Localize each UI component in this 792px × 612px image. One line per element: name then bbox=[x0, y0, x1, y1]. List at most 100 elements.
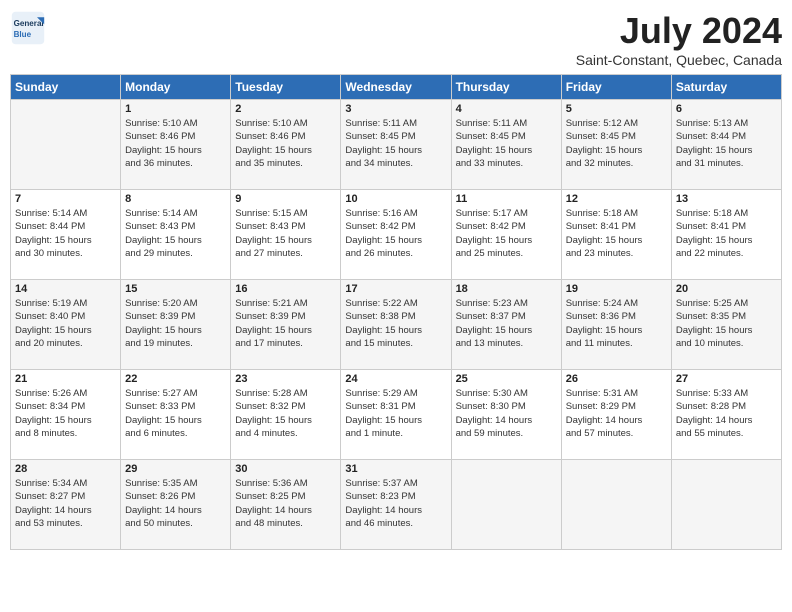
day-info: Sunrise: 5:18 AMSunset: 8:41 PMDaylight:… bbox=[566, 207, 667, 260]
day-number: 2 bbox=[235, 103, 336, 115]
calendar-cell: 4 Sunrise: 5:11 AMSunset: 8:45 PMDaylight… bbox=[451, 100, 561, 190]
day-header-wednesday: Wednesday bbox=[341, 75, 451, 100]
calendar-cell: 17 Sunrise: 5:22 AMSunset: 8:38 PMDayligh… bbox=[341, 280, 451, 370]
day-number: 23 bbox=[235, 373, 336, 385]
day-number: 31 bbox=[345, 463, 446, 475]
calendar-cell: 27 Sunrise: 5:33 AMSunset: 8:28 PMDayligh… bbox=[671, 370, 781, 460]
svg-text:Blue: Blue bbox=[14, 30, 32, 39]
day-info: Sunrise: 5:20 AMSunset: 8:39 PMDaylight:… bbox=[125, 297, 226, 350]
day-info: Sunrise: 5:23 AMSunset: 8:37 PMDaylight:… bbox=[456, 297, 557, 350]
day-number: 11 bbox=[456, 193, 557, 205]
week-row-1: 1Sunrise: 5:10 AMSunset: 8:46 PMDaylight… bbox=[11, 100, 782, 190]
day-info: Sunrise: 5:35 AMSunset: 8:26 PMDaylight:… bbox=[125, 477, 226, 530]
day-number: 26 bbox=[566, 373, 667, 385]
week-row-3: 14 Sunrise: 5:19 AMSunset: 8:40 PMDayligh… bbox=[11, 280, 782, 370]
day-info: Sunrise: 5:27 AMSunset: 8:33 PMDaylight:… bbox=[125, 387, 226, 440]
calendar-cell: 7 Sunrise: 5:14 AMSunset: 8:44 PMDaylight… bbox=[11, 190, 121, 280]
logo: General Blue bbox=[10, 10, 46, 46]
calendar-cell: 19 Sunrise: 5:24 AMSunset: 8:36 PMDayligh… bbox=[561, 280, 671, 370]
calendar-cell: 8 Sunrise: 5:14 AMSunset: 8:43 PMDaylight… bbox=[121, 190, 231, 280]
title-area: July 2024 Saint-Constant, Quebec, Canada bbox=[576, 10, 782, 68]
calendar-cell: 11Sunrise: 5:17 AMSunset: 8:42 PMDayligh… bbox=[451, 190, 561, 280]
day-number: 16 bbox=[235, 283, 336, 295]
calendar-cell bbox=[561, 460, 671, 550]
day-info: Sunrise: 5:14 AMSunset: 8:43 PMDaylight:… bbox=[125, 207, 226, 260]
day-info: Sunrise: 5:22 AMSunset: 8:38 PMDaylight:… bbox=[345, 297, 446, 350]
day-info: Sunrise: 5:11 AMSunset: 8:45 PMDaylight:… bbox=[345, 117, 446, 170]
day-info: Sunrise: 5:37 AMSunset: 8:23 PMDaylight:… bbox=[345, 477, 446, 530]
calendar-cell: 3 Sunrise: 5:11 AMSunset: 8:45 PMDaylight… bbox=[341, 100, 451, 190]
day-number: 29 bbox=[125, 463, 226, 475]
calendar-cell: 15 Sunrise: 5:20 AMSunset: 8:39 PMDayligh… bbox=[121, 280, 231, 370]
day-number: 27 bbox=[676, 373, 777, 385]
calendar-cell: 1Sunrise: 5:10 AMSunset: 8:46 PMDaylight… bbox=[121, 100, 231, 190]
day-number: 30 bbox=[235, 463, 336, 475]
day-info: Sunrise: 5:28 AMSunset: 8:32 PMDaylight:… bbox=[235, 387, 336, 440]
day-info: Sunrise: 5:14 AMSunset: 8:44 PMDaylight:… bbox=[15, 207, 116, 260]
day-info: Sunrise: 5:34 AMSunset: 8:27 PMDaylight:… bbox=[15, 477, 116, 530]
day-number: 15 bbox=[125, 283, 226, 295]
day-header-thursday: Thursday bbox=[451, 75, 561, 100]
day-number: 17 bbox=[345, 283, 446, 295]
day-info: Sunrise: 5:30 AMSunset: 8:30 PMDaylight:… bbox=[456, 387, 557, 440]
day-header-saturday: Saturday bbox=[671, 75, 781, 100]
calendar-cell: 26Sunrise: 5:31 AMSunset: 8:29 PMDayligh… bbox=[561, 370, 671, 460]
day-number: 3 bbox=[345, 103, 446, 115]
calendar-cell: 16Sunrise: 5:21 AMSunset: 8:39 PMDayligh… bbox=[231, 280, 341, 370]
day-number: 6 bbox=[676, 103, 777, 115]
month-title: July 2024 bbox=[576, 10, 782, 52]
calendar-cell: 18Sunrise: 5:23 AMSunset: 8:37 PMDayligh… bbox=[451, 280, 561, 370]
calendar-cell bbox=[671, 460, 781, 550]
week-row-4: 21 Sunrise: 5:26 AMSunset: 8:34 PMDayligh… bbox=[11, 370, 782, 460]
calendar-cell: 9Sunrise: 5:15 AMSunset: 8:43 PMDaylight… bbox=[231, 190, 341, 280]
day-number: 8 bbox=[125, 193, 226, 205]
week-row-2: 7 Sunrise: 5:14 AMSunset: 8:44 PMDaylight… bbox=[11, 190, 782, 280]
calendar-cell: 13Sunrise: 5:18 AMSunset: 8:41 PMDayligh… bbox=[671, 190, 781, 280]
calendar-cell: 5 Sunrise: 5:12 AMSunset: 8:45 PMDaylight… bbox=[561, 100, 671, 190]
day-header-sunday: Sunday bbox=[11, 75, 121, 100]
day-info: Sunrise: 5:19 AMSunset: 8:40 PMDaylight:… bbox=[15, 297, 116, 350]
day-number: 21 bbox=[15, 373, 116, 385]
day-number: 5 bbox=[566, 103, 667, 115]
day-number: 4 bbox=[456, 103, 557, 115]
day-info: Sunrise: 5:16 AMSunset: 8:42 PMDaylight:… bbox=[345, 207, 446, 260]
calendar-cell: 23 Sunrise: 5:28 AMSunset: 8:32 PMDayligh… bbox=[231, 370, 341, 460]
calendar-cell: 29 Sunrise: 5:35 AMSunset: 8:26 PMDayligh… bbox=[121, 460, 231, 550]
calendar-cell: 25 Sunrise: 5:30 AMSunset: 8:30 PMDayligh… bbox=[451, 370, 561, 460]
day-number: 12 bbox=[566, 193, 667, 205]
calendar-table: SundayMondayTuesdayWednesdayThursdayFrid… bbox=[10, 74, 782, 550]
header: General Blue July 2024 Saint-Constant, Q… bbox=[10, 10, 782, 68]
week-row-5: 28Sunrise: 5:34 AMSunset: 8:27 PMDayligh… bbox=[11, 460, 782, 550]
day-number: 9 bbox=[235, 193, 336, 205]
calendar-cell: 20 Sunrise: 5:25 AMSunset: 8:35 PMDayligh… bbox=[671, 280, 781, 370]
svg-text:General: General bbox=[14, 19, 44, 28]
day-number: 25 bbox=[456, 373, 557, 385]
day-info: Sunrise: 5:24 AMSunset: 8:36 PMDaylight:… bbox=[566, 297, 667, 350]
day-number: 10 bbox=[345, 193, 446, 205]
day-header-tuesday: Tuesday bbox=[231, 75, 341, 100]
day-number: 14 bbox=[15, 283, 116, 295]
calendar-cell: 24 Sunrise: 5:29 AMSunset: 8:31 PMDayligh… bbox=[341, 370, 451, 460]
calendar-cell: 12 Sunrise: 5:18 AMSunset: 8:41 PMDayligh… bbox=[561, 190, 671, 280]
day-number: 20 bbox=[676, 283, 777, 295]
day-number: 24 bbox=[345, 373, 446, 385]
day-header-friday: Friday bbox=[561, 75, 671, 100]
day-number: 7 bbox=[15, 193, 116, 205]
calendar-cell bbox=[11, 100, 121, 190]
logo-icon: General Blue bbox=[10, 10, 46, 46]
day-info: Sunrise: 5:29 AMSunset: 8:31 PMDaylight:… bbox=[345, 387, 446, 440]
day-info: Sunrise: 5:33 AMSunset: 8:28 PMDaylight:… bbox=[676, 387, 777, 440]
calendar-cell: 22Sunrise: 5:27 AMSunset: 8:33 PMDayligh… bbox=[121, 370, 231, 460]
day-number: 19 bbox=[566, 283, 667, 295]
calendar-cell bbox=[451, 460, 561, 550]
day-info: Sunrise: 5:26 AMSunset: 8:34 PMDaylight:… bbox=[15, 387, 116, 440]
calendar-header-row: SundayMondayTuesdayWednesdayThursdayFrid… bbox=[11, 75, 782, 100]
calendar-body: 1Sunrise: 5:10 AMSunset: 8:46 PMDaylight… bbox=[11, 100, 782, 550]
day-info: Sunrise: 5:12 AMSunset: 8:45 PMDaylight:… bbox=[566, 117, 667, 170]
day-info: Sunrise: 5:11 AMSunset: 8:45 PMDaylight:… bbox=[456, 117, 557, 170]
calendar-cell: 10 Sunrise: 5:16 AMSunset: 8:42 PMDayligh… bbox=[341, 190, 451, 280]
day-info: Sunrise: 5:25 AMSunset: 8:35 PMDaylight:… bbox=[676, 297, 777, 350]
day-info: Sunrise: 5:10 AMSunset: 8:46 PMDaylight:… bbox=[125, 117, 226, 170]
calendar-cell: 31 Sunrise: 5:37 AMSunset: 8:23 PMDayligh… bbox=[341, 460, 451, 550]
location: Saint-Constant, Quebec, Canada bbox=[576, 52, 782, 68]
